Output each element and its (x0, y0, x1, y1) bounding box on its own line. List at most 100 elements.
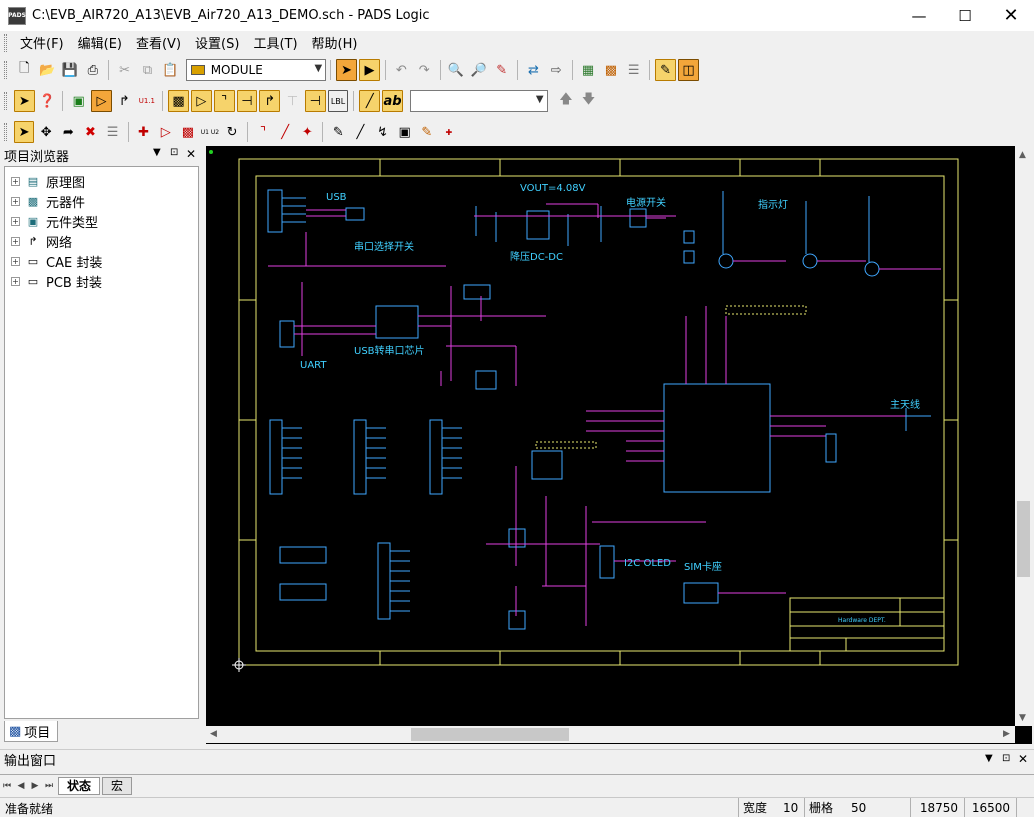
properties-icon[interactable]: ☰ (623, 59, 644, 81)
u1u2-button[interactable]: U1 U2 (200, 121, 220, 143)
maximize-button[interactable]: ☐ (942, 0, 988, 31)
off-page-icon[interactable]: ⊣ (236, 90, 258, 112)
tree-item-nets[interactable]: + ↱ 网络 (5, 231, 198, 251)
power-icon[interactable]: ⊤ (282, 90, 303, 112)
expand-icon[interactable]: + (11, 256, 20, 266)
scroll-down-icon[interactable]: ▼ (1019, 713, 1026, 723)
chevron-down-icon[interactable]: ▼ (314, 63, 322, 74)
undo-icon[interactable]: ↶ (391, 59, 412, 81)
paste-icon[interactable]: 📋 (160, 59, 181, 81)
ab-button[interactable]: ab (382, 90, 403, 112)
menu-tools[interactable]: 工具(T) (246, 33, 304, 52)
fld-icon[interactable]: ✚ (439, 121, 459, 143)
lbl-button[interactable]: LBL (327, 90, 349, 112)
zoom-icon[interactable]: 🔍 (446, 59, 467, 81)
properties-icon[interactable]: ☰ (103, 121, 123, 143)
add-line-red-icon[interactable]: ╱ (275, 121, 295, 143)
net-label-icon[interactable]: ↱ (259, 90, 281, 112)
ground-icon[interactable]: ⊣ (304, 90, 326, 112)
pads-layout-icon[interactable]: ▦ (578, 59, 599, 81)
compare-icon[interactable]: ⇨ (546, 59, 567, 81)
add-gate-icon[interactable]: ▷ (156, 121, 176, 143)
window-icon[interactable]: ◫ (678, 59, 699, 81)
move-icon[interactable]: ✥ (36, 121, 56, 143)
tree-item-pcb-decals[interactable]: + ▭ PCB 封装 (5, 271, 198, 291)
bus-entry-icon[interactable]: ↯ (373, 121, 393, 143)
add-component-icon[interactable]: ▩ (178, 121, 198, 143)
add-bus-icon[interactable]: ▷ (190, 90, 212, 112)
search-combo[interactable]: ▼ (409, 90, 548, 112)
menu-help[interactable]: 帮助(H) (305, 33, 365, 52)
expand-icon[interactable]: + (11, 236, 20, 246)
close-icon[interactable]: ✕ (1018, 752, 1028, 766)
menu-file[interactable]: 文件(F) (13, 33, 71, 52)
pin-icon[interactable]: ⊡ (1002, 753, 1010, 764)
add-wire-icon[interactable]: ⌝ (213, 90, 235, 112)
prev-tab-icon[interactable]: ◀ (14, 781, 28, 791)
panel-menu-icon[interactable]: ▼ (985, 753, 993, 764)
connection-icon[interactable]: ↱ (114, 90, 135, 112)
expand-icon[interactable]: + (11, 216, 20, 226)
select-icon[interactable]: ➤ (13, 121, 35, 143)
close-button[interactable]: ✕ (988, 0, 1034, 31)
schematic-edit-icon[interactable]: ✎ (655, 59, 676, 81)
redo-icon[interactable]: ↷ (414, 59, 435, 81)
tree-item-components[interactable]: + ▩ 元器件 (5, 191, 198, 211)
copy-icon[interactable]: ⧉ (137, 59, 158, 81)
arrow-up-icon[interactable]: 🡅 (556, 90, 577, 112)
horizontal-scrollbar[interactable]: ◀ ▶ (206, 726, 1015, 743)
lock-icon[interactable]: ▣ (395, 121, 415, 143)
next-tab-icon[interactable]: ▶ (28, 781, 42, 791)
expand-icon[interactable]: + (11, 196, 20, 206)
select-filter-toggle-icon[interactable]: ➤ (13, 90, 35, 112)
print-icon[interactable]: ⎙ (82, 59, 103, 81)
select-mode-icon[interactable]: ▶ (359, 59, 381, 81)
save-icon[interactable]: 💾 (60, 59, 81, 81)
menu-edit[interactable]: 编辑(E) (71, 33, 129, 52)
menu-view[interactable]: 查看(V) (129, 33, 188, 52)
pin-icon[interactable]: ⊡ (170, 147, 178, 158)
tab-macro[interactable]: 宏 (102, 776, 133, 795)
minimize-button[interactable]: — (896, 0, 942, 31)
vertical-scroll-thumb[interactable] (1017, 501, 1030, 577)
expand-icon[interactable]: + (11, 176, 20, 186)
new-icon[interactable]: 🗋 (14, 59, 35, 81)
tree-item-schematic[interactable]: + ▤ 原理图 (5, 171, 198, 191)
draw-line-icon[interactable]: ╱ (359, 90, 381, 112)
scroll-right-icon[interactable]: ▶ (1003, 729, 1010, 739)
horizontal-scroll-thumb[interactable] (411, 728, 569, 741)
delete-icon[interactable]: ✖ (80, 121, 100, 143)
edit-wire-icon[interactable]: ✎ (328, 121, 348, 143)
add-wire-red-icon[interactable]: ⌝ (253, 121, 273, 143)
drag-icon[interactable]: ➦ (58, 121, 78, 143)
split-icon[interactable]: ╱ (350, 121, 370, 143)
open-icon[interactable]: 📂 (37, 59, 58, 81)
part-icon[interactable]: ▣ (68, 90, 89, 112)
gate-icon[interactable]: ▷ (91, 90, 112, 112)
eco-icon[interactable]: ⇄ (523, 59, 544, 81)
module-combo[interactable]: MODULE ▼ (185, 59, 327, 81)
select-filter-icon[interactable]: ➤ (336, 59, 358, 81)
find-icon[interactable]: 🔎 (468, 59, 489, 81)
schematic-drawing[interactable]: USB VOUT=4.08V 电源开关 指示灯 串口选择开关 降压DC-DC U… (206, 146, 1032, 744)
expand-icon[interactable]: + (11, 276, 20, 286)
arrow-down-icon[interactable]: 🡇 (578, 90, 599, 112)
swap-icon[interactable]: ↻ (222, 121, 242, 143)
pads-router-icon[interactable]: ▩ (600, 59, 621, 81)
scroll-up-icon[interactable]: ▲ (1019, 150, 1026, 160)
add-part-icon[interactable]: ▩ (168, 90, 189, 112)
scroll-left-icon[interactable]: ◀ (210, 729, 217, 739)
highlight-icon[interactable]: ✎ (491, 59, 512, 81)
tree-item-cae-decals[interactable]: + ▭ CAE 封装 (5, 251, 198, 271)
query-icon[interactable]: ❓ (37, 90, 58, 112)
menu-setup[interactable]: 设置(S) (188, 33, 246, 52)
chevron-down-icon[interactable]: ▼ (536, 94, 544, 105)
tree-item-part-types[interactable]: + ▣ 元件类型 (5, 211, 198, 231)
first-tab-icon[interactable]: ⏮ (0, 781, 14, 791)
pencil-icon[interactable]: ✎ (417, 121, 437, 143)
tab-status[interactable]: 状态 (58, 776, 101, 795)
close-icon[interactable]: ✕ (186, 147, 196, 161)
add-part-red-icon[interactable]: ✚ (134, 121, 154, 143)
cut-icon[interactable]: ✂ (114, 59, 135, 81)
add-net-icon[interactable]: ✦ (297, 121, 317, 143)
